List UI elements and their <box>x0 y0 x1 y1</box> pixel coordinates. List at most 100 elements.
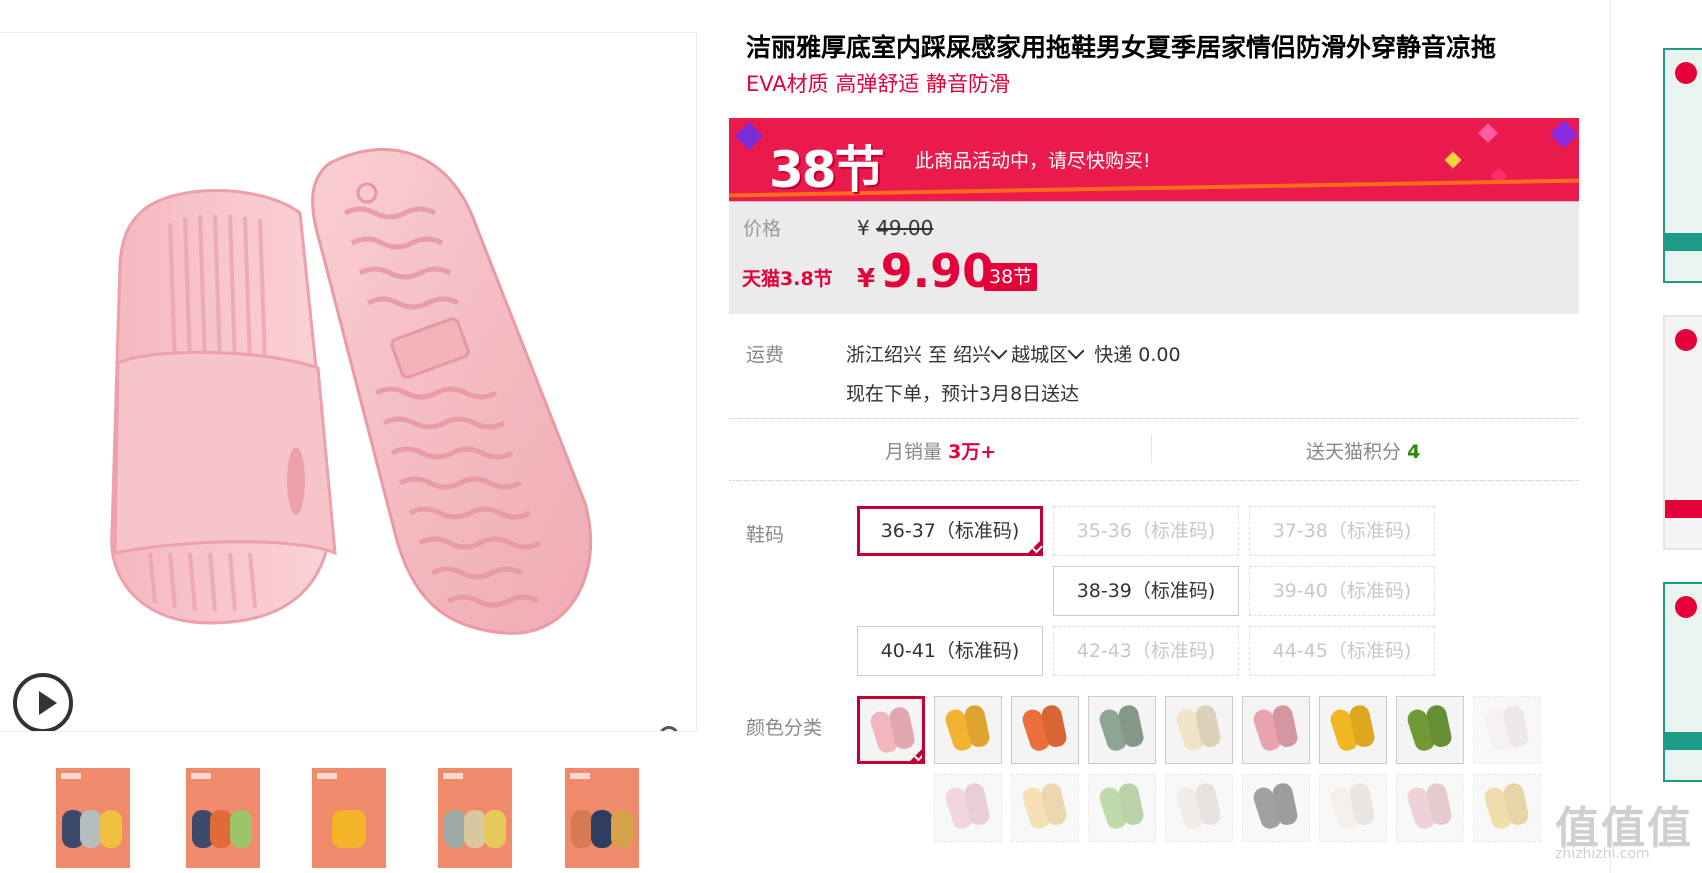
thumbnail-2[interactable] <box>186 768 260 868</box>
color-swatch[interactable] <box>1011 774 1079 842</box>
promo-price-label: 天猫3.8节 <box>742 268 833 290</box>
product-subtitle: EVA材质 高弹舒适 静音防滑 <box>746 72 1011 96</box>
original-price: ¥ 49.00 <box>857 216 933 240</box>
promo-banner: 38节 此商品活动中，请尽快购买! <box>729 118 1579 201</box>
promo-message: 此商品活动中，请尽快购买! <box>915 150 1151 172</box>
sale-badge: 38节 <box>984 263 1038 291</box>
zoom-icon[interactable] <box>658 725 686 732</box>
thumbnail-1[interactable] <box>56 768 130 868</box>
size-option-label: 38-39（标准码) <box>1076 580 1216 602</box>
size-option[interactable]: 44-45（标准码) <box>1249 626 1435 676</box>
promo-tag <box>1665 233 1702 251</box>
size-option-label: 37-38（标准码) <box>1272 520 1412 542</box>
color-swatch[interactable] <box>1473 774 1541 842</box>
city-label: 绍兴 <box>953 344 992 366</box>
thumbnail-5[interactable] <box>565 768 639 868</box>
points-label: 送天猫积分 <box>1306 441 1402 463</box>
size-option[interactable]: 42-43（标准码) <box>1053 626 1239 676</box>
stat-separator <box>1151 435 1152 463</box>
promo-tag <box>1665 732 1702 750</box>
color-label: 颜色分类 <box>746 717 823 739</box>
ship-to-word: 至 <box>928 344 948 366</box>
divider <box>729 480 1579 481</box>
shipping-label: 运费 <box>746 344 785 366</box>
decor-gem <box>1444 151 1462 169</box>
size-option[interactable]: 35-36（标准码) <box>1053 506 1239 556</box>
color-swatch[interactable] <box>1242 696 1310 764</box>
tmall-logo-icon <box>1675 329 1697 351</box>
shipping-info: 浙江绍兴 至 绍兴 越城区 快递 0.00 <box>846 340 1181 367</box>
color-swatch[interactable] <box>1011 696 1079 764</box>
chevron-down-icon <box>1067 342 1085 360</box>
right-rail <box>1610 0 1702 873</box>
chevron-down-icon <box>990 342 1008 360</box>
size-label: 鞋码 <box>746 524 785 546</box>
currency-symbol: ¥ <box>857 216 870 240</box>
recommend-card[interactable] <box>1663 582 1702 782</box>
color-swatch[interactable] <box>1242 774 1310 842</box>
sale-price: ¥ 9.90 <box>857 244 994 298</box>
color-swatch[interactable] <box>1165 774 1233 842</box>
color-swatch[interactable] <box>934 774 1002 842</box>
recommend-card[interactable] <box>1663 48 1702 283</box>
monthly-sales-value: 3万+ <box>948 441 997 463</box>
price-box: 价格 ¥ 49.00 天猫3.8节 ¥ 9.90 38节 <box>729 201 1579 314</box>
district-label: 越城区 <box>1011 344 1069 366</box>
color-swatch[interactable] <box>934 696 1002 764</box>
size-option-label: 39-40（标准码) <box>1272 580 1412 602</box>
delivery-estimate: 现在下单，预计3月8日送达 <box>846 383 1080 405</box>
city-select[interactable]: 绍兴 <box>953 342 1011 366</box>
size-option-label: 42-43（标准码) <box>1076 640 1216 662</box>
size-option[interactable]: 37-38（标准码) <box>1249 506 1435 556</box>
thumbnail-4[interactable] <box>438 768 512 868</box>
divider <box>729 418 1579 419</box>
color-swatch[interactable] <box>1396 696 1464 764</box>
monthly-sales: 月销量 3万+ <box>885 437 996 464</box>
sales-stats: 月销量 3万+ 送天猫积分 4 <box>729 420 1579 480</box>
color-swatch[interactable] <box>1473 696 1541 764</box>
selected-check-icon <box>907 746 922 761</box>
product-page: 洁丽雅厚底室内踩屎感家用拖鞋男女夏季居家情侣防滑外穿静音凉拖 EVA材质 高弹舒… <box>0 0 1702 873</box>
district-select[interactable]: 越城区 <box>1011 342 1088 366</box>
sale-currency-symbol: ¥ <box>857 264 876 294</box>
promo-event-title: 38节 <box>769 141 885 199</box>
selected-check-icon <box>1025 538 1043 556</box>
color-swatch[interactable] <box>1396 774 1464 842</box>
promo-tag <box>1665 500 1702 518</box>
sale-price-value: 9.90 <box>880 244 995 298</box>
price-label: 价格 <box>743 218 782 240</box>
decor-gem <box>1549 119 1579 149</box>
tmall-logo-icon <box>1675 62 1697 84</box>
recommend-card[interactable] <box>1663 315 1702 550</box>
color-swatch[interactable] <box>1319 774 1387 842</box>
watermark-url: zhizhizhi.com <box>1555 846 1650 862</box>
points-value: 4 <box>1407 441 1421 463</box>
size-option-label: 40-41（标准码) <box>880 640 1020 662</box>
color-swatch[interactable] <box>857 696 925 764</box>
monthly-sales-label: 月销量 <box>885 441 943 463</box>
play-video-button[interactable] <box>13 673 73 731</box>
tmall-logo-icon <box>1675 596 1697 618</box>
decor-gem <box>734 121 764 151</box>
size-option[interactable]: 40-41（标准码) <box>857 626 1043 676</box>
shipping-method: 快递 0.00 <box>1094 344 1181 366</box>
size-option-label: 36-37（标准码) <box>880 520 1020 542</box>
decor-gem <box>1478 123 1498 143</box>
original-price-value: 49.00 <box>876 216 934 240</box>
ship-from: 浙江绍兴 <box>846 344 923 366</box>
size-option[interactable]: 39-40（标准码) <box>1249 566 1435 616</box>
main-product-image[interactable] <box>0 32 697 732</box>
color-swatch[interactable] <box>1088 774 1156 842</box>
thumbnail-3[interactable] <box>312 768 386 868</box>
tmall-points: 送天猫积分 4 <box>1306 437 1420 464</box>
size-option-label: 44-45（标准码) <box>1272 640 1412 662</box>
size-option[interactable]: 36-37（标准码) <box>857 506 1043 556</box>
color-swatch[interactable] <box>1088 696 1156 764</box>
slipper-image <box>110 148 593 635</box>
thumbnail-strip <box>0 760 697 873</box>
product-title: 洁丽雅厚底室内踩屎感家用拖鞋男女夏季居家情侣防滑外穿静音凉拖 <box>746 33 1497 62</box>
color-swatch[interactable] <box>1319 696 1387 764</box>
size-option[interactable]: 38-39（标准码) <box>1053 566 1239 616</box>
color-swatch[interactable] <box>1165 696 1233 764</box>
size-option-label: 35-36（标准码) <box>1076 520 1216 542</box>
